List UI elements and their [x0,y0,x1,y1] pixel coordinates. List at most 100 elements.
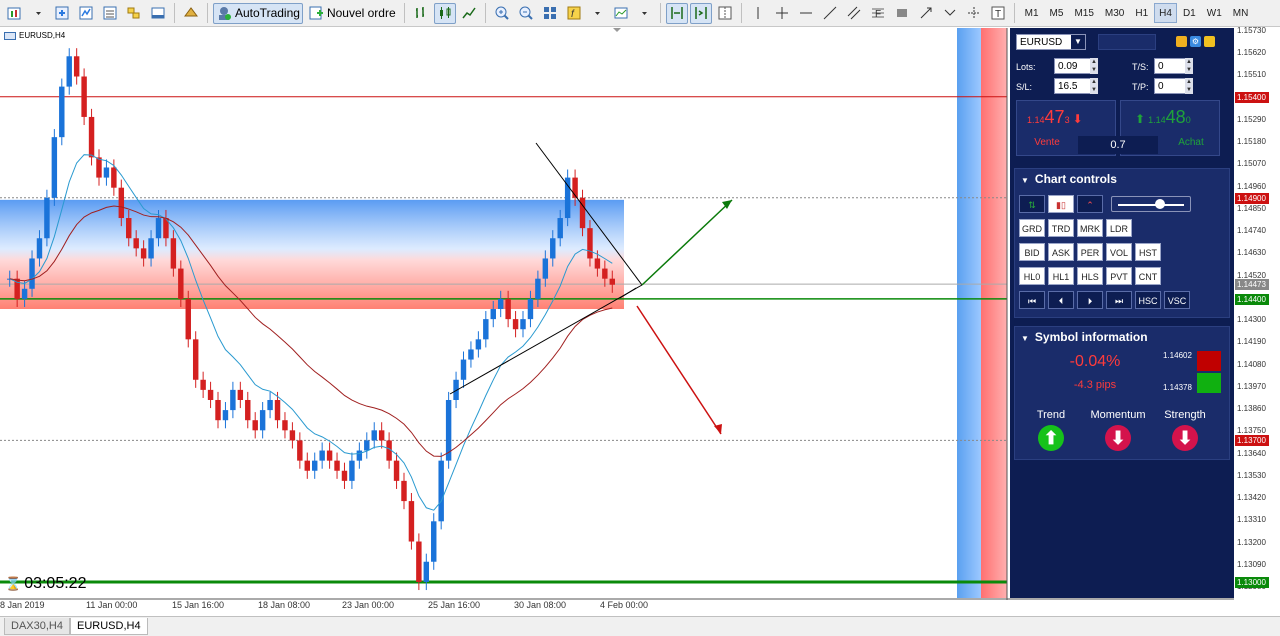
cc-row3-1-button[interactable]: ASK [1048,243,1074,261]
market-watch-icon[interactable] [75,3,97,24]
timeframe-mn[interactable]: MN [1228,3,1254,23]
price-axis-label: 1.14630 [1237,248,1266,258]
new-chart-icon[interactable] [4,3,26,24]
cc-row2-0-button[interactable]: GRD [1019,219,1045,237]
candlestick-chart-icon[interactable] [433,2,456,24]
cc-row4-3-button[interactable]: PVT [1106,267,1132,285]
gear-icon[interactable]: ⚙ [1190,36,1201,47]
symbol-info-title[interactable]: ▼ Symbol information [1015,327,1229,347]
cross-tool-icon[interactable] [963,3,985,24]
candle-body [289,430,296,441]
cc-row3-2-button[interactable]: PER [1077,243,1103,261]
zoom-in-icon[interactable] [491,3,513,24]
zoom-slider-handle[interactable] [1155,199,1165,209]
timeframe-h1[interactable]: H1 [1130,3,1153,23]
chart-type-line-button[interactable]: ⌃ [1077,195,1103,213]
lots-spinner[interactable]: ▲ ▼ [1090,58,1098,74]
sl-input[interactable]: 16.5 [1054,78,1092,94]
tp-spinner[interactable]: ▲ ▼ [1185,78,1193,94]
bullish-projection-arrow [641,199,733,286]
templates-icon[interactable] [610,3,632,24]
sl-spinner[interactable]: ▲ ▼ [1090,78,1098,94]
cc-row4-4-button[interactable]: CNT [1135,267,1161,285]
candle-body [192,339,199,380]
zoom-out-icon[interactable] [515,3,537,24]
minimize-icon[interactable] [1204,36,1215,47]
cc-row2-2-button[interactable]: MRK [1077,219,1103,237]
timeframe-h4[interactable]: H4 [1154,3,1177,23]
indicators-icon[interactable]: f [563,3,585,24]
color-settings-icon[interactable] [1176,36,1187,47]
cc-row4-1-button[interactable]: HL1 [1048,267,1074,285]
navigator-icon[interactable] [123,3,145,24]
chart-controls-title[interactable]: ▼ Chart controls [1015,169,1229,189]
timeframe-m1[interactable]: M1 [1020,3,1044,23]
cc-row4-2-button[interactable]: HLS [1077,267,1103,285]
candle-body [148,238,154,259]
cc-row3-0-button[interactable]: BID [1019,243,1045,261]
dropdown-arrow-icon[interactable] [634,3,655,24]
tile-windows-icon[interactable] [539,3,561,24]
symbol-select[interactable]: EURUSD ▼ [1016,34,1086,50]
line-chart-icon[interactable] [458,3,480,24]
crosshair-icon[interactable] [771,3,793,24]
candle-body [81,76,87,117]
cc-row3-4-button[interactable]: HST [1135,243,1161,261]
arrow-draw-icon[interactable] [915,3,937,24]
cc-row5-0-button[interactable]: ⏮ [1019,291,1045,309]
timeframe-m30[interactable]: M30 [1100,3,1129,23]
new-order-button[interactable]: Nouvel ordre [305,3,399,24]
cc-row5-2-button[interactable]: ⏵ [1077,291,1103,309]
cc-row2-1-button[interactable]: TRD [1048,219,1074,237]
ts-label: T/S: [1132,62,1149,72]
chart-tab-dax30-h4[interactable]: DAX30,H4 [4,618,70,635]
dropdown-arrow-icon[interactable] [28,3,49,24]
candle-body [378,430,385,441]
arrows-menu-icon[interactable] [939,3,961,24]
ts-spinner[interactable]: ▲ ▼ [1185,58,1193,74]
chart-shift-icon[interactable] [665,2,688,24]
dropdown-arrow-icon[interactable] [587,3,608,24]
shapes-icon[interactable] [891,3,913,24]
cc-row3-3-button[interactable]: VOL [1106,243,1132,261]
trendline-icon[interactable] [819,3,841,24]
main-toolbar: AutoTrading Nouvel ordre f F T M1 M5 M15 M3… [0,0,1280,27]
strategy-tester-icon[interactable] [180,3,202,24]
terminal-icon[interactable] [147,3,169,24]
lots-input[interactable]: 0.09 [1054,58,1092,74]
chart-type-bar-button[interactable]: ⇅ [1019,195,1045,213]
profiles-icon[interactable] [51,3,73,24]
candle-body [96,157,102,178]
cc-row4-0-button[interactable]: HL0 [1019,267,1045,285]
text-tool-icon[interactable]: T [987,3,1009,24]
tp-input[interactable]: 0 [1154,78,1186,94]
autotrading-button[interactable]: AutoTrading [213,2,303,24]
chart-tab-eurusd-h4[interactable]: EURUSD,H4 [70,618,148,635]
horizontal-line-icon[interactable] [795,3,817,24]
period-separators-icon[interactable] [714,3,736,24]
timeframe-m15[interactable]: M15 [1069,3,1098,23]
cursor-icon[interactable] [747,3,769,24]
chart-type-candle-button[interactable]: ▮▯ [1048,195,1074,213]
price-axis-label: 1.14300 [1237,315,1266,325]
ts-input[interactable]: 0 [1154,58,1186,74]
price-axis-label: 1.15290 [1237,114,1266,124]
timeframe-d1[interactable]: D1 [1178,3,1201,23]
cc-row5-1-button[interactable]: ⏴ [1048,291,1074,309]
zoom-slider[interactable] [1111,196,1191,212]
bar-chart-icon[interactable] [410,3,432,24]
fibonacci-icon[interactable]: F [867,3,889,24]
symbol-extra-field[interactable] [1098,34,1156,50]
new-order-label: Nouvel ordre [326,6,396,20]
candle-body [416,541,422,582]
channel-icon[interactable] [843,3,865,24]
cc-row5-5-button[interactable]: VSC [1164,291,1190,309]
timeframe-w1[interactable]: W1 [1202,3,1227,23]
hourglass-icon: ⌛ [5,576,22,591]
cc-row2-3-button[interactable]: LDR [1106,219,1132,237]
data-window-icon[interactable] [99,3,121,24]
cc-row5-3-button[interactable]: ⏭ [1106,291,1132,309]
timeframe-m5[interactable]: M5 [1045,3,1069,23]
autoscroll-icon[interactable] [689,2,712,24]
cc-row5-4-button[interactable]: HSC [1135,291,1161,309]
